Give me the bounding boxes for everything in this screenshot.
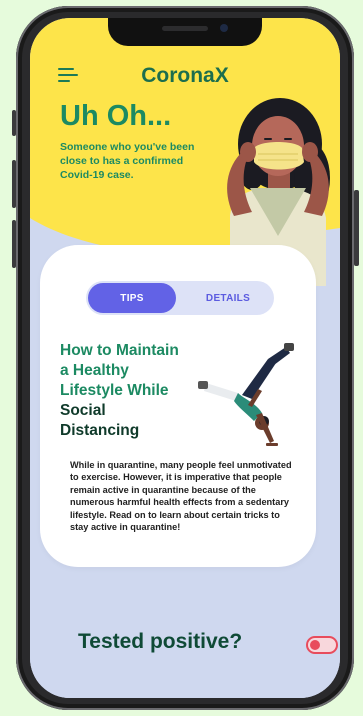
notch xyxy=(108,18,262,46)
article-title: How to Maintain a Healthy Lifestyle Whil… xyxy=(60,341,210,441)
tested-positive-toggle[interactable] xyxy=(306,636,338,654)
speaker xyxy=(162,26,208,31)
article-title-line: Distancing xyxy=(60,422,140,439)
article-title-line: Social xyxy=(60,402,106,419)
tested-positive-label: Tested positive? xyxy=(78,630,243,653)
article-title-line: Lifestyle While xyxy=(60,382,169,399)
silent-switch xyxy=(12,110,16,136)
tab-details[interactable]: DETAILS xyxy=(186,283,270,313)
article-title-line: a Healthy xyxy=(60,362,129,379)
volume-up-button xyxy=(12,160,16,208)
article-title-line: How to Maintain xyxy=(60,342,179,359)
article-body: While in quarantine, many people feel un… xyxy=(70,460,292,533)
tab-tips[interactable]: TIPS xyxy=(88,283,176,313)
screen: CoronaX Uh Oh... Someone who you've been… xyxy=(30,18,340,698)
toggle-knob xyxy=(310,640,320,650)
app-title: CoronaX xyxy=(141,64,229,87)
alert-headline: Uh Oh... xyxy=(60,100,172,132)
camera xyxy=(220,24,228,32)
tips-card: TIPS DETAILS How to Maintain a Healthy L… xyxy=(40,245,316,567)
alert-message: Someone who you've been close to has a c… xyxy=(60,141,195,181)
breakdancer-illustration xyxy=(198,343,294,446)
power-button xyxy=(354,190,359,266)
volume-down-button xyxy=(12,220,16,268)
tab-switcher: TIPS DETAILS xyxy=(86,281,274,315)
